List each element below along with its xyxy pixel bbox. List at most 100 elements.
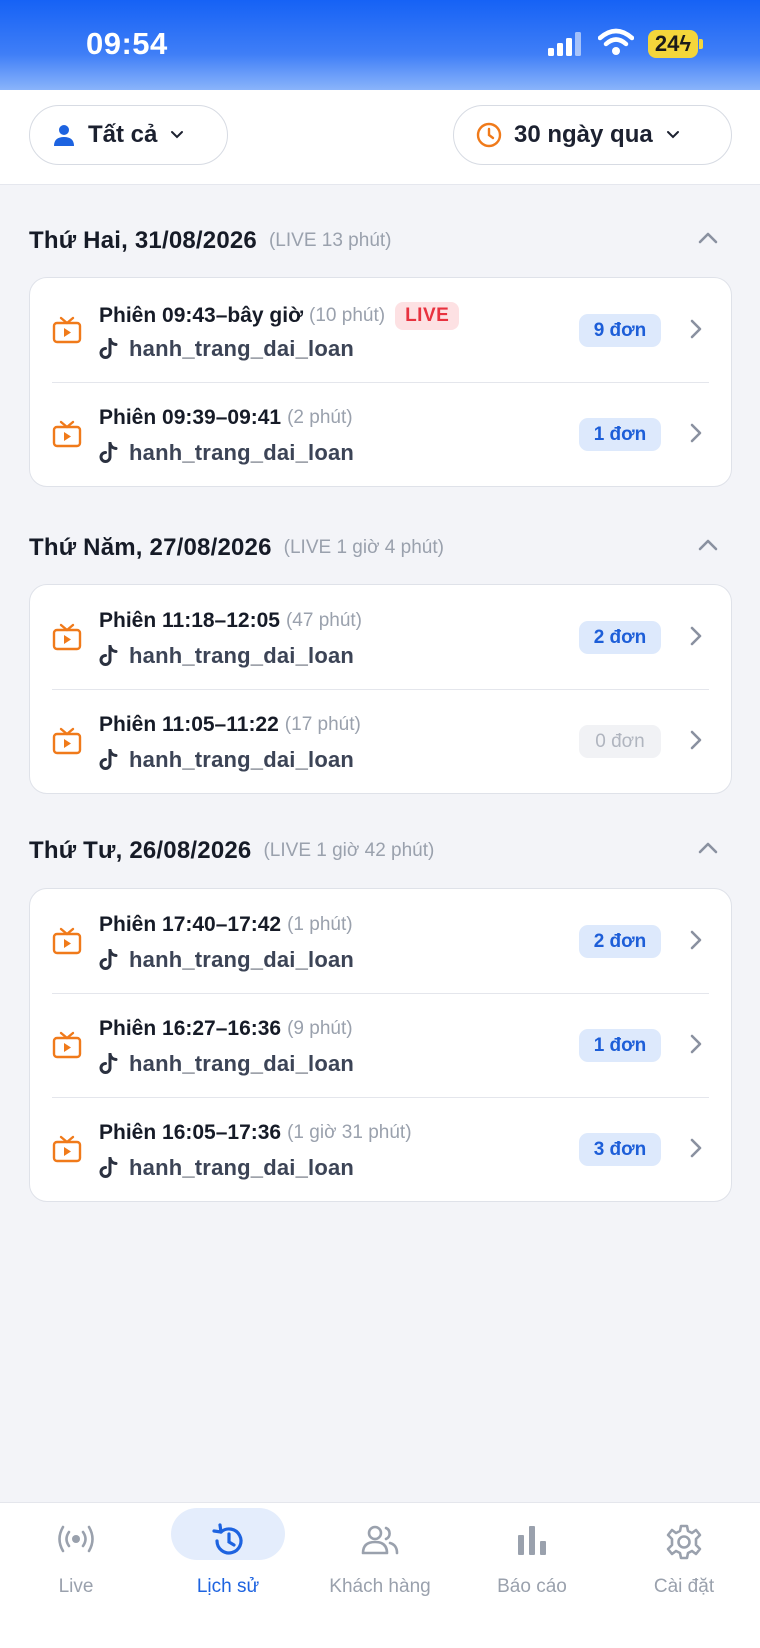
chevron-down-icon [665,127,681,143]
tab-label: Cài đặt [653,1576,715,1597]
bottom-tab-bar: Live Lịch sử Khách hàng Báo cáo Cài đặt [0,1502,760,1648]
account-username: hanh_trang_dai_loan [129,1051,355,1076]
account-line: hanh_trang_dai_loan [99,440,354,466]
tiktok-icon [99,1053,119,1075]
session-duration: (9 phút) [287,1018,353,1039]
account-username: hanh_trang_dai_loan [129,747,355,772]
user-filter-dropdown[interactable]: Tất cả [29,105,228,165]
tab-reports[interactable]: Báo cáo [456,1503,608,1623]
bar-chart-icon [515,1523,549,1562]
user-filter-label: Tất cả [88,121,158,148]
session-time-range: Phiên 09:43–bây giờ [99,304,304,327]
session-duration: (47 phút) [285,610,362,631]
session-card: Phiên 09:43–bây giờ (10 phút) LIVE hanh_tra… [29,277,732,487]
chevron-down-icon [169,127,185,143]
account-line: hanh_trang_dai_loan [99,1051,354,1077]
day-group-header[interactable]: Thứ Hai, 31/08/2026 (LIVE 13 phút) [29,221,729,261]
session-duration: (1 giờ 31 phút) [287,1122,412,1143]
wifi-icon [598,28,634,55]
session-row[interactable]: Phiên 16:05–17:36 (1 giờ 31 phút) hanh_tra… [30,1097,731,1201]
account-username: hanh_trang_dai_loan [129,336,355,361]
account-username: hanh_trang_dai_loan [129,1155,355,1180]
date-range-label: 30 ngày qua [514,121,653,148]
orders-count-badge: 1 đơn [579,1029,661,1062]
gear-icon [665,1523,703,1566]
day-title: Thứ Năm, 27/08/2026 [29,534,272,561]
session-row[interactable]: Phiên 09:39–09:41 (2 phút) hanh_trang_dai_… [30,382,731,486]
date-range-dropdown[interactable]: 30 ngày qua [453,105,732,165]
session-line: Phiên 11:05–11:22 (17 phút) [99,713,361,737]
chevron-up-icon[interactable] [697,841,719,860]
session-line: Phiên 09:43–bây giờ (10 phút) LIVE [99,302,460,330]
session-row[interactable]: Phiên 11:18–12:05 (47 phút) hanh_trang_dai… [30,585,731,689]
tv-icon [52,1135,82,1168]
tv-icon [52,927,82,960]
cellular-signal-icon [548,32,581,56]
person-icon [52,123,76,147]
account-line: hanh_trang_dai_loan [99,643,354,669]
chevron-right-icon [689,1137,703,1164]
tv-icon [52,316,82,349]
tab-label: Lịch sử [196,1576,260,1597]
tab-label: Live [58,1576,94,1597]
session-line: Phiên 16:05–17:36 (1 giờ 31 phút) [99,1121,412,1145]
account-line: hanh_trang_dai_loan [99,336,354,362]
tab-label: Báo cáo [497,1576,567,1597]
session-time-range: Phiên 16:27–16:36 [99,1017,282,1040]
tiktok-icon [99,338,119,360]
day-group-header[interactable]: Thứ Tư, 26/08/2026 (LIVE 1 giờ 42 phút) [29,831,729,871]
orders-count-badge: 1 đơn [579,418,661,451]
tv-icon [52,727,82,760]
session-row[interactable]: Phiên 17:40–17:42 (1 phút) hanh_trang_dai_… [30,889,731,993]
battery-indicator: 24ϟ [648,30,698,58]
session-time-range: Phiên 11:18–12:05 [99,609,280,632]
session-line: Phiên 11:18–12:05 (47 phút) [99,609,362,633]
day-title: Thứ Hai, 31/08/2026 [29,227,257,254]
session-duration: (10 phút) [309,305,386,326]
battery-level: 24 [654,31,680,56]
session-row[interactable]: Phiên 09:43–bây giờ (10 phút) LIVE hanh_tra… [30,278,731,382]
tiktok-icon [99,749,119,771]
tiktok-icon [99,442,119,464]
tv-icon [52,420,82,453]
tab-customers[interactable]: Khách hàng [304,1503,456,1623]
chevron-right-icon [689,1033,703,1060]
chevron-up-icon[interactable] [697,538,719,557]
tab-history[interactable]: Lịch sử [152,1503,304,1623]
session-time-range: Phiên 17:40–17:42 [99,913,282,936]
charging-bolt-icon: ϟ [679,31,692,56]
history-icon [209,1523,247,1564]
session-line: Phiên 09:39–09:41 (2 phút) [99,406,353,430]
clock-icon [476,122,502,148]
account-username: hanh_trang_dai_loan [129,643,355,668]
day-group-header[interactable]: Thứ Năm, 27/08/2026 (LIVE 1 giờ 4 phút) [29,528,729,568]
status-time: 09:54 [86,26,168,61]
orders-count-badge: 2 đơn [579,621,661,654]
tab-label: Khách hàng [329,1576,431,1597]
session-card: Phiên 17:40–17:42 (1 phút) hanh_trang_dai_… [29,888,732,1202]
tab-live[interactable]: Live [0,1503,152,1623]
session-line: Phiên 16:27–16:36 (9 phút) [99,1017,353,1041]
tiktok-icon [99,645,119,667]
session-card: Phiên 11:18–12:05 (47 phút) hanh_trang_dai… [29,584,732,794]
tv-icon [52,1031,82,1064]
orders-count-badge: 3 đơn [579,1133,661,1166]
session-row[interactable]: Phiên 11:05–11:22 (17 phút) hanh_trang_dai… [30,689,731,793]
orders-count-badge: 2 đơn [579,925,661,958]
session-duration: (2 phút) [287,407,353,428]
account-username: hanh_trang_dai_loan [129,947,355,972]
live-badge: LIVE [395,302,460,330]
day-live-duration: (LIVE 13 phút) [268,230,392,251]
chevron-up-icon[interactable] [697,231,719,250]
session-duration: (17 phút) [284,714,361,735]
customers-icon [360,1523,400,1562]
tab-settings[interactable]: Cài đặt [608,1503,760,1623]
filter-bar: Tất cả 30 ngày qua [0,90,760,185]
session-duration: (1 phút) [287,914,353,935]
session-time-range: Phiên 16:05–17:36 [99,1121,282,1144]
tiktok-icon [99,1157,119,1179]
session-row[interactable]: Phiên 16:27–16:36 (9 phút) hanh_trang_dai_… [30,993,731,1097]
tiktok-icon [99,949,119,971]
account-line: hanh_trang_dai_loan [99,1155,354,1181]
chevron-right-icon [689,929,703,956]
